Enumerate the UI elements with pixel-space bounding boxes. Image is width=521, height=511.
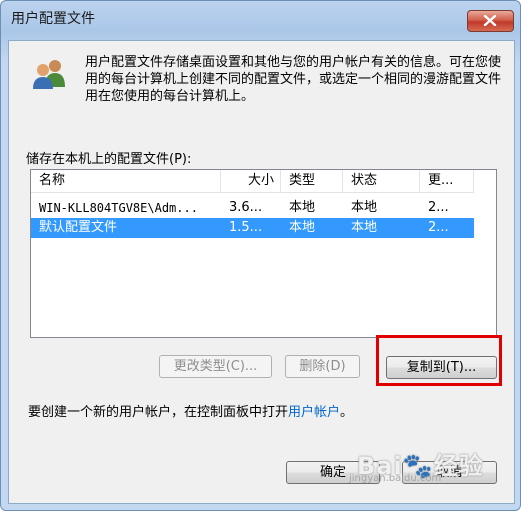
profile-type: 本地 (289, 220, 316, 235)
footer-text: 要创建一个新的用户帐户，在控制面板中打开用户帐户。 (28, 401, 353, 420)
change-type-button[interactable]: 更改类型(C)... (159, 355, 272, 378)
profile-modified: 2... (428, 220, 449, 235)
profile-size: 3.6... (229, 200, 263, 215)
list-header: 名称 大小 类型 状态 更... (31, 170, 474, 193)
profile-status: 本地 (351, 200, 378, 215)
profile-name: 默认配置文件 (39, 220, 118, 235)
close-icon (483, 15, 497, 26)
footer-prefix: 要创建一个新的用户帐户，在控制面板中打开 (28, 405, 289, 420)
column-header-size[interactable]: 大小 (221, 170, 281, 192)
profile-modified: 2... (428, 200, 449, 215)
list-item[interactable]: WIN-KLL804TGV8E\Adm... 3.6... 本地 本地 2... (31, 198, 474, 218)
dialog-body: 用户配置文件存储桌面设置和其他与您的用户帐户有关的信息。可在您使用的每台计算机上… (8, 40, 515, 504)
profiles-listview[interactable]: 名称 大小 类型 状态 更... WIN-KLL804TGV8E\Adm... … (30, 169, 497, 338)
delete-button[interactable]: 删除(D) (285, 355, 360, 378)
user-accounts-link[interactable]: 用户帐户 (288, 405, 340, 420)
profile-status: 本地 (351, 220, 378, 235)
title-bar: 用户配置文件 (1, 1, 520, 35)
column-header-status[interactable]: 状态 (343, 170, 420, 192)
highlight-box (376, 335, 502, 386)
profiles-label: 储存在本机上的配置文件(P): (26, 152, 192, 167)
profile-name: WIN-KLL804TGV8E\Adm... (39, 201, 198, 215)
close-button[interactable] (467, 10, 514, 32)
description-text: 用户配置文件存储桌面设置和其他与您的用户帐户有关的信息。可在您使用的每台计算机上… (85, 55, 502, 104)
baidu-watermark-url: jingyan.baidu.com (349, 473, 442, 484)
profile-size: 1.5... (229, 220, 263, 235)
list-item-selected[interactable]: 默认配置文件 1.5... 本地 本地 2... (31, 218, 474, 238)
users-icon (33, 60, 65, 89)
column-header-type[interactable]: 类型 (281, 170, 343, 192)
window-title: 用户配置文件 (11, 11, 95, 27)
profile-type: 本地 (289, 200, 316, 215)
column-header-modified[interactable]: 更... (420, 170, 474, 192)
footer-suffix: 。 (340, 405, 354, 420)
user-profiles-dialog: 用户配置文件 用户配置文件存储桌面设置和其他与您的用户帐户有关的信息。可在您使用… (0, 0, 521, 511)
column-header-name[interactable]: 名称 (31, 170, 221, 192)
